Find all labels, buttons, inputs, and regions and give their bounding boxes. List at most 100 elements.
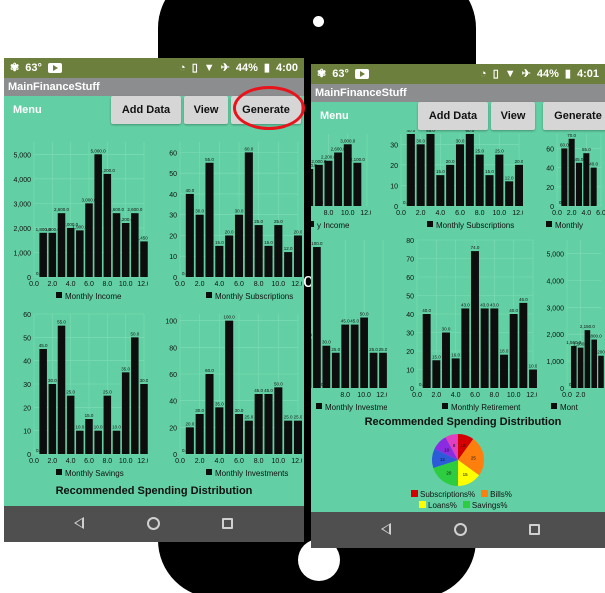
add-data-button[interactable]: Add Data xyxy=(418,102,488,130)
x-tick-label: 8.0 xyxy=(340,392,350,399)
bar xyxy=(264,394,273,454)
x-tick-label: 0.0 xyxy=(175,281,185,288)
view-button[interactable]: View xyxy=(184,96,228,124)
bar xyxy=(334,152,343,206)
y-tick-label: 1,000 xyxy=(13,250,31,257)
pie-slice-label: 10 xyxy=(460,443,466,448)
vibrate-icon: ▯ xyxy=(191,62,198,74)
bar-data-label: 15.0 xyxy=(264,240,273,245)
legend-swatch xyxy=(551,403,557,409)
zero-label: 0.0 xyxy=(36,271,43,276)
chart-legend: Monthly Subscriptions xyxy=(206,292,293,301)
x-tick-label: 2.0 xyxy=(47,458,57,465)
bar xyxy=(568,138,575,206)
data-saver-icon: ◔ xyxy=(480,67,487,80)
back-icon[interactable] xyxy=(381,523,391,535)
x-tick-label: 12.0 xyxy=(512,210,523,217)
status-bar: ✾ 63° ◔ ▯ ▼ ✈ 44% ▮ 4:01 xyxy=(311,64,605,84)
subscriptions-chart: 01020304050600.02.04.06.08.010.012.040.0… xyxy=(152,138,302,303)
bar xyxy=(48,384,57,454)
home-icon[interactable] xyxy=(147,517,160,530)
x-tick-label: 6.0 xyxy=(234,281,244,288)
x-tick-label: 4.0 xyxy=(581,210,591,217)
chart-legend: Monthly Subscriptions xyxy=(427,221,514,230)
y-tick-label: 4,000 xyxy=(13,177,31,184)
bar-data-label: 55.0 xyxy=(426,130,435,133)
bar xyxy=(254,225,263,277)
bar-data-label: 20.0 xyxy=(185,421,194,426)
x-tick-label: 8.0 xyxy=(102,281,112,288)
bar xyxy=(57,325,66,454)
x-tick-label: 8.0 xyxy=(324,210,334,217)
menu-button[interactable]: Menu xyxy=(13,104,42,116)
y-tick-label: 80 xyxy=(169,345,177,352)
bar xyxy=(465,134,474,206)
legend-label: y Income xyxy=(317,221,350,230)
x-tick-label: 4.0 xyxy=(214,281,224,288)
bar-data-label: 45.0 xyxy=(264,388,273,393)
add-data-button[interactable]: Add Data xyxy=(111,96,181,124)
recents-icon[interactable] xyxy=(222,518,233,529)
bar xyxy=(416,144,425,206)
youtube-icon xyxy=(47,62,62,73)
recommended-title: Recommended Spending Distribution xyxy=(55,485,253,497)
zero-label: 0.0 xyxy=(182,448,189,453)
bar-data-label: 25.0 xyxy=(244,415,253,420)
x-tick-label: 2.0 xyxy=(576,392,586,399)
y-tick-label: 40 xyxy=(169,399,177,406)
bar-data-label: 35.0 xyxy=(215,401,224,406)
income-chart-cropped: 8.010.012.01,800.02,000.02,200.02,600.03… xyxy=(311,130,371,232)
bar xyxy=(76,230,84,277)
bar-data-label: 25.0 xyxy=(369,347,378,352)
home-icon[interactable] xyxy=(454,523,467,536)
legend-label: Savings% xyxy=(471,501,508,510)
legend-label: Monthly Investments xyxy=(215,469,288,478)
bar xyxy=(490,308,499,388)
x-tick-label: 0.0 xyxy=(412,392,422,399)
x-tick-label: 4.0 xyxy=(435,210,445,217)
y-tick-label: 20 xyxy=(390,163,398,170)
y-tick-label: 5,000 xyxy=(13,152,31,159)
bar-data-label: 30.0 xyxy=(235,209,244,214)
bar xyxy=(85,203,93,277)
zero-label: 0.0 xyxy=(317,200,324,205)
bar xyxy=(471,251,479,388)
pie-slice-label: 25 xyxy=(471,456,477,461)
bar-data-label: 2,600.0 xyxy=(54,207,70,212)
bar xyxy=(455,144,465,206)
bar xyxy=(76,430,84,454)
bar-chart-svg: 01020300.02.04.06.08.010.012.040.030.055… xyxy=(390,130,523,230)
y-tick-label: 70 xyxy=(406,257,414,264)
bar-data-label: 4,200.0 xyxy=(100,168,116,173)
zero-label: 0.0 xyxy=(182,271,189,276)
bar xyxy=(195,214,204,277)
recents-icon[interactable] xyxy=(529,524,540,535)
bar-data-label: 3,000.0 xyxy=(340,138,356,143)
pie-slice-label: 10 xyxy=(444,447,450,452)
y-tick-label: 4,000 xyxy=(546,278,564,285)
bar xyxy=(293,420,302,454)
x-tick-label: 8.0 xyxy=(489,392,499,399)
x-tick-label: 6.0 xyxy=(596,210,605,217)
chart-legend: Monthly Retirement xyxy=(442,403,521,412)
bar xyxy=(103,395,112,454)
view-button[interactable]: View xyxy=(491,102,535,130)
bar-data-label: 25.0 xyxy=(254,219,263,224)
highlight-circle xyxy=(233,86,305,130)
spending-pie-chart: 10 25 15 20 12 10 8 xyxy=(423,430,493,490)
bar-chart-svg: 8.010.012.020.030.060.035.0100.030.025.0… xyxy=(311,240,387,412)
bar xyxy=(590,167,597,206)
x-tick-label: 0.0 xyxy=(552,210,562,217)
generate-button[interactable]: Generate xyxy=(543,102,605,130)
menu-button[interactable]: Menu xyxy=(320,110,349,122)
bar-data-label: 25.0 xyxy=(379,347,387,352)
bar xyxy=(215,407,224,454)
pinwheel-icon: ✾ xyxy=(317,68,327,80)
wifi-icon: ▼ xyxy=(504,67,516,80)
x-tick-label: 12.0 xyxy=(360,210,371,217)
legend-label: Monthly Income xyxy=(65,292,122,301)
chart-legend: Monthly Investments xyxy=(316,403,387,412)
back-icon[interactable] xyxy=(74,517,84,529)
bar xyxy=(103,173,112,277)
subscriptions-chart-cropped: 01020300.02.04.06.08.010.012.040.030.055… xyxy=(373,130,523,232)
